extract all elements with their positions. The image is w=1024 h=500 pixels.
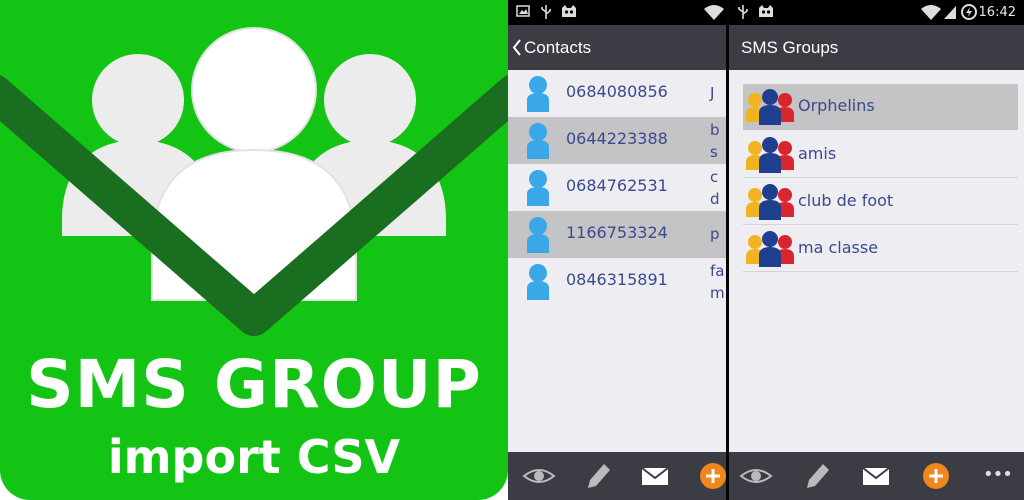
groups-bottom-bar: ••• [729, 452, 1024, 500]
groups-list: Orphelins amis club de foot ma classe [729, 70, 1024, 452]
contact-phone: 0644223388 [566, 129, 668, 148]
contact-row[interactable]: 1166753324 p [508, 211, 726, 258]
signal-icon [944, 6, 956, 19]
contacts-list: 0684080856 J 0644223388 b s 0684762531 c… [508, 70, 726, 452]
contact-phone: 1166753324 [566, 223, 668, 242]
back-chevron-icon[interactable] [512, 39, 522, 56]
contact-avatar-icon [527, 123, 549, 159]
usb-icon [541, 5, 551, 19]
cyanogen-mascot-icon [759, 5, 773, 17]
contact-name: J [710, 84, 715, 102]
add-icon[interactable] [919, 460, 953, 492]
eye-icon[interactable] [522, 460, 556, 492]
contact-row[interactable]: 0644223388 b s [508, 117, 726, 164]
groups-action-bar: SMS Groups [729, 25, 1024, 70]
group-people-icon [0, 27, 508, 336]
contact-row[interactable]: 0846315891 fa m [508, 258, 726, 305]
promo-subtitle: import CSV [107, 430, 401, 484]
eye-icon[interactable] [739, 460, 773, 492]
contacts-title: Contacts [524, 38, 592, 57]
contacts-action-bar: Contacts [508, 25, 726, 70]
contact-avatar-icon [527, 264, 549, 300]
envelope-icon[interactable] [859, 460, 893, 492]
group-name: club de foot [798, 191, 894, 210]
contact-avatar-icon [527, 170, 549, 206]
contact-name: c d [710, 168, 720, 208]
contact-avatar-icon [527, 217, 549, 253]
battery-charging-icon [961, 4, 977, 20]
wifi-icon [921, 5, 941, 20]
group-people-icon [746, 137, 794, 173]
contacts-screen: Contacts 0684080856 J 0644223388 b s 068… [508, 0, 726, 500]
contact-row[interactable]: 0684080856 J [508, 70, 726, 117]
group-people-icon [746, 231, 794, 267]
group-name: Orphelins [798, 96, 875, 115]
contact-row[interactable]: 0684762531 c d [508, 164, 726, 211]
promo-logo: SMS GROUP import CSV [0, 0, 508, 500]
add-icon[interactable] [696, 460, 726, 492]
image-notification-icon [516, 5, 530, 17]
group-people-icon [746, 89, 794, 125]
contact-phone: 0684080856 [566, 82, 668, 101]
promo-title: SMS GROUP [26, 346, 482, 423]
pencil-icon[interactable] [799, 460, 833, 492]
wifi-icon [704, 5, 724, 20]
group-row[interactable]: Orphelins [743, 84, 1018, 130]
group-row[interactable]: amis [743, 132, 1018, 178]
contact-phone: 0684762531 [566, 176, 668, 195]
contact-name: fa m [710, 262, 725, 302]
contact-name: p [710, 225, 720, 243]
status-bar: 16:42 [729, 0, 1024, 25]
group-name: ma classe [798, 238, 879, 257]
cyanogen-mascot-icon [562, 5, 576, 17]
envelope-icon[interactable] [638, 460, 672, 492]
groups-title: SMS Groups [741, 38, 839, 57]
contact-name: b s [710, 121, 720, 161]
group-name: amis [798, 144, 837, 163]
groups-screen: 16:42 SMS Groups Orphelins amis club de … [726, 0, 1024, 500]
overflow-menu-icon[interactable]: ••• [983, 464, 1013, 485]
contact-avatar-icon [527, 76, 549, 112]
contacts-bottom-bar [508, 452, 726, 500]
usb-icon [738, 5, 748, 19]
contact-phone: 0846315891 [566, 270, 668, 289]
group-row[interactable]: club de foot [743, 179, 1018, 225]
group-row[interactable]: ma classe [743, 226, 1018, 272]
group-people-icon [746, 184, 794, 220]
status-bar [508, 0, 726, 25]
pencil-icon[interactable] [580, 460, 614, 492]
clock: 16:42 [978, 5, 1016, 20]
